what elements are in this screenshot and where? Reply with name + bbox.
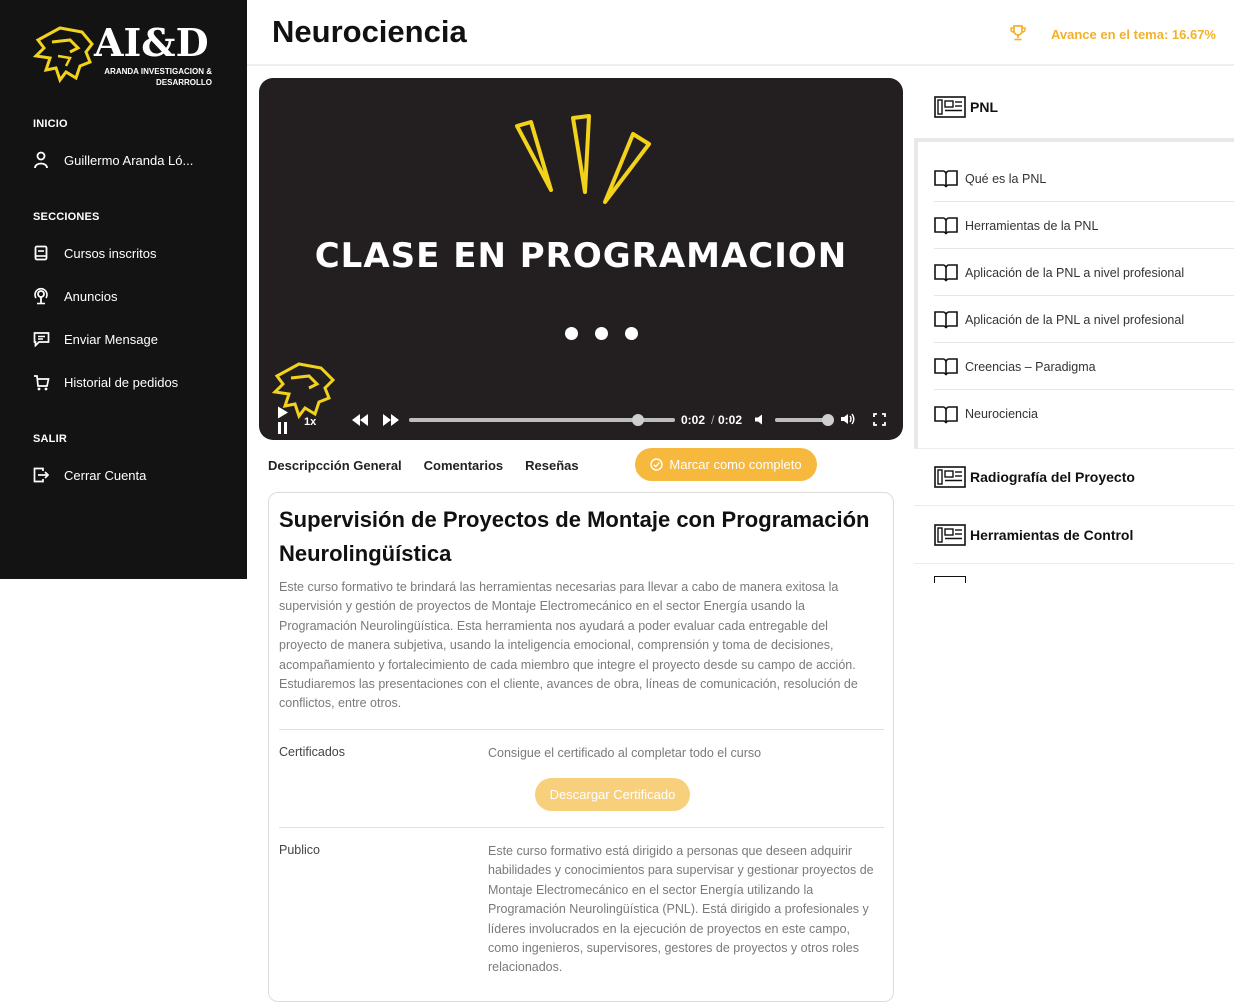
top-bar: Neurociencia Avance en el tema: 16.67% bbox=[247, 0, 1234, 66]
content-tabs: Descripcción General Comentarios Reseñas bbox=[268, 448, 601, 482]
sidebar-item-announcements[interactable]: Anuncios bbox=[30, 284, 117, 308]
fast-forward-icon[interactable] bbox=[383, 414, 399, 429]
lesson-item[interactable]: Qué es la PNL bbox=[934, 156, 1234, 202]
open-book-icon bbox=[934, 263, 958, 282]
module-icon bbox=[934, 523, 966, 546]
divider bbox=[279, 729, 884, 730]
progress-label: Avance en el tema: 16.67% bbox=[1051, 27, 1216, 42]
module-project-radiography[interactable]: Radiografía del Proyecto bbox=[914, 448, 1234, 506]
open-book-icon bbox=[934, 216, 958, 235]
sidebar-item-label: Enviar Mensage bbox=[64, 331, 158, 347]
certificates-text: Consigue el certificado al completar tod… bbox=[488, 746, 762, 760]
course-info-card: Supervisión de Proyectos de Montaje con … bbox=[268, 492, 894, 1002]
sidebar-item-user[interactable]: Guillermo Aranda Ló... bbox=[30, 148, 193, 172]
open-book-icon bbox=[934, 310, 958, 329]
open-book-icon bbox=[934, 357, 958, 376]
brand-name: AI&D bbox=[94, 20, 209, 65]
trophy-icon bbox=[1009, 24, 1027, 45]
duration: 0:02 bbox=[718, 413, 743, 427]
volume-slider-handle[interactable] bbox=[822, 414, 835, 426]
sidebar-item-label: Anuncios bbox=[64, 288, 118, 304]
speed-button[interactable]: 1x bbox=[304, 416, 316, 428]
tab-comments[interactable]: Comentarios bbox=[424, 458, 503, 473]
video-controls: 1x 0:02 / 0:02 bbox=[259, 406, 903, 437]
cart-icon bbox=[30, 371, 52, 393]
sidebar-item-send-message[interactable]: Enviar Mensage bbox=[30, 327, 158, 351]
lesson-title: Aplicación de la PNL a nivel profesional bbox=[965, 265, 1185, 280]
volume-high-icon[interactable] bbox=[841, 413, 856, 428]
module-icon bbox=[934, 466, 966, 488]
lesson-item[interactable]: Herramientas de la PNL bbox=[934, 203, 1234, 249]
sparkle-icon bbox=[515, 114, 651, 204]
lesson-item[interactable]: Aplicación de la PNL a nivel profesional bbox=[934, 297, 1234, 343]
sidebar-item-label: Cursos inscritos bbox=[64, 245, 157, 261]
lesson-title: Creencias – Paradigma bbox=[965, 359, 1096, 374]
section-title-home: INICIO bbox=[33, 118, 68, 130]
brand-logo[interactable]: AI&D ARANDA INVESTIGACION & DESARROLLO bbox=[30, 18, 230, 90]
rewind-icon[interactable] bbox=[352, 414, 368, 429]
lesson-item[interactable]: Creencias – Paradigma bbox=[934, 344, 1234, 390]
video-overlay-title: CLASE EN PROGRAMACION bbox=[314, 236, 848, 276]
logout-button[interactable]: Cerrar Cuenta bbox=[30, 463, 146, 487]
lesson-item[interactable]: Aplicación de la PNL a nivel profesional bbox=[934, 250, 1234, 296]
current-time: 0:02 bbox=[681, 413, 706, 427]
certificates-label: Certificados bbox=[279, 745, 345, 759]
lesson-item[interactable]: Neurociencia bbox=[934, 391, 1234, 437]
module-title: Herramientas de Control bbox=[970, 526, 1134, 543]
message-icon bbox=[30, 328, 52, 350]
open-book-icon bbox=[934, 169, 958, 188]
mark-complete-button[interactable]: Marcar como completo bbox=[635, 448, 817, 481]
module-control-tools[interactable]: Herramientas de Control bbox=[914, 506, 1234, 564]
loading-dots bbox=[565, 327, 638, 340]
module-icon bbox=[934, 576, 966, 583]
logout-label: Cerrar Cuenta bbox=[64, 467, 147, 483]
module-icon bbox=[934, 96, 966, 118]
sidebar-item-courses[interactable]: Cursos inscritos bbox=[30, 241, 156, 265]
broadcast-icon bbox=[30, 285, 52, 307]
audience-label: Publico bbox=[279, 843, 320, 857]
time-separator: / bbox=[711, 413, 715, 427]
lesson-title: Herramientas de la PNL bbox=[965, 218, 1099, 233]
sidebar-user-name: Guillermo Aranda Ló... bbox=[64, 152, 194, 168]
module-pnl[interactable]: PNL bbox=[914, 78, 1234, 136]
user-icon bbox=[30, 149, 52, 171]
audience-text: Este curso formativo está dirigido a per… bbox=[488, 844, 874, 975]
logout-icon bbox=[30, 464, 52, 486]
volume-low-icon[interactable] bbox=[755, 414, 765, 428]
seek-bar[interactable] bbox=[409, 414, 675, 426]
check-circle-icon bbox=[650, 458, 664, 471]
module-title: PNL bbox=[970, 99, 998, 115]
lion-logo-icon bbox=[32, 26, 94, 84]
tab-general-description[interactable]: Descripcción General bbox=[268, 458, 402, 473]
video-player[interactable]: CLASE EN PROGRAMACION 1x 0:02 / 0:02 bbox=[259, 78, 903, 440]
section-title-sections: SECCIONES bbox=[33, 211, 100, 223]
lesson-list: Qué es la PNL Herramientas de la PNL Apl… bbox=[914, 138, 1234, 448]
lesson-title: Neurociencia bbox=[965, 407, 1038, 421]
download-certificate-button[interactable]: Descargar Certificado bbox=[535, 778, 690, 811]
fullscreen-icon[interactable] bbox=[873, 413, 886, 429]
section-title-exit: SALIR bbox=[33, 433, 67, 445]
lesson-title: Qué es la PNL bbox=[965, 171, 1047, 186]
tab-reviews[interactable]: Reseñas bbox=[525, 458, 578, 473]
seek-bar-handle[interactable] bbox=[631, 414, 644, 426]
divider bbox=[279, 827, 884, 828]
pause-icon[interactable] bbox=[277, 422, 288, 437]
mark-complete-label: Marcar como completo bbox=[669, 457, 802, 472]
play-icon[interactable] bbox=[277, 406, 289, 422]
module-title: Radiografía del Proyecto bbox=[970, 469, 1135, 485]
volume-slider-fill bbox=[775, 418, 829, 422]
sidebar: AI&D ARANDA INVESTIGACION & DESARROLLO I… bbox=[0, 0, 247, 579]
sidebar-item-label: Historial de pedidos bbox=[64, 374, 179, 390]
modules-panel: PNL Qué es la PNL Herramientas de la PNL… bbox=[914, 78, 1234, 583]
open-book-icon bbox=[934, 405, 958, 424]
book-icon bbox=[30, 242, 52, 264]
sidebar-item-order-history[interactable]: Historial de pedidos bbox=[30, 370, 178, 394]
course-description: Este curso formativo te brindará las her… bbox=[279, 580, 858, 711]
page-title: Neurociencia bbox=[272, 14, 467, 49]
volume-slider[interactable] bbox=[775, 414, 835, 426]
course-title: Supervisión de Proyectos de Montaje con … bbox=[279, 507, 870, 566]
topic-progress: Avance en el tema: 16.67% bbox=[1009, 24, 1216, 45]
lesson-title: Aplicación de la PNL a nivel profesional bbox=[965, 312, 1185, 327]
brand-subtitle: ARANDA INVESTIGACION & DESARROLLO bbox=[104, 67, 212, 87]
